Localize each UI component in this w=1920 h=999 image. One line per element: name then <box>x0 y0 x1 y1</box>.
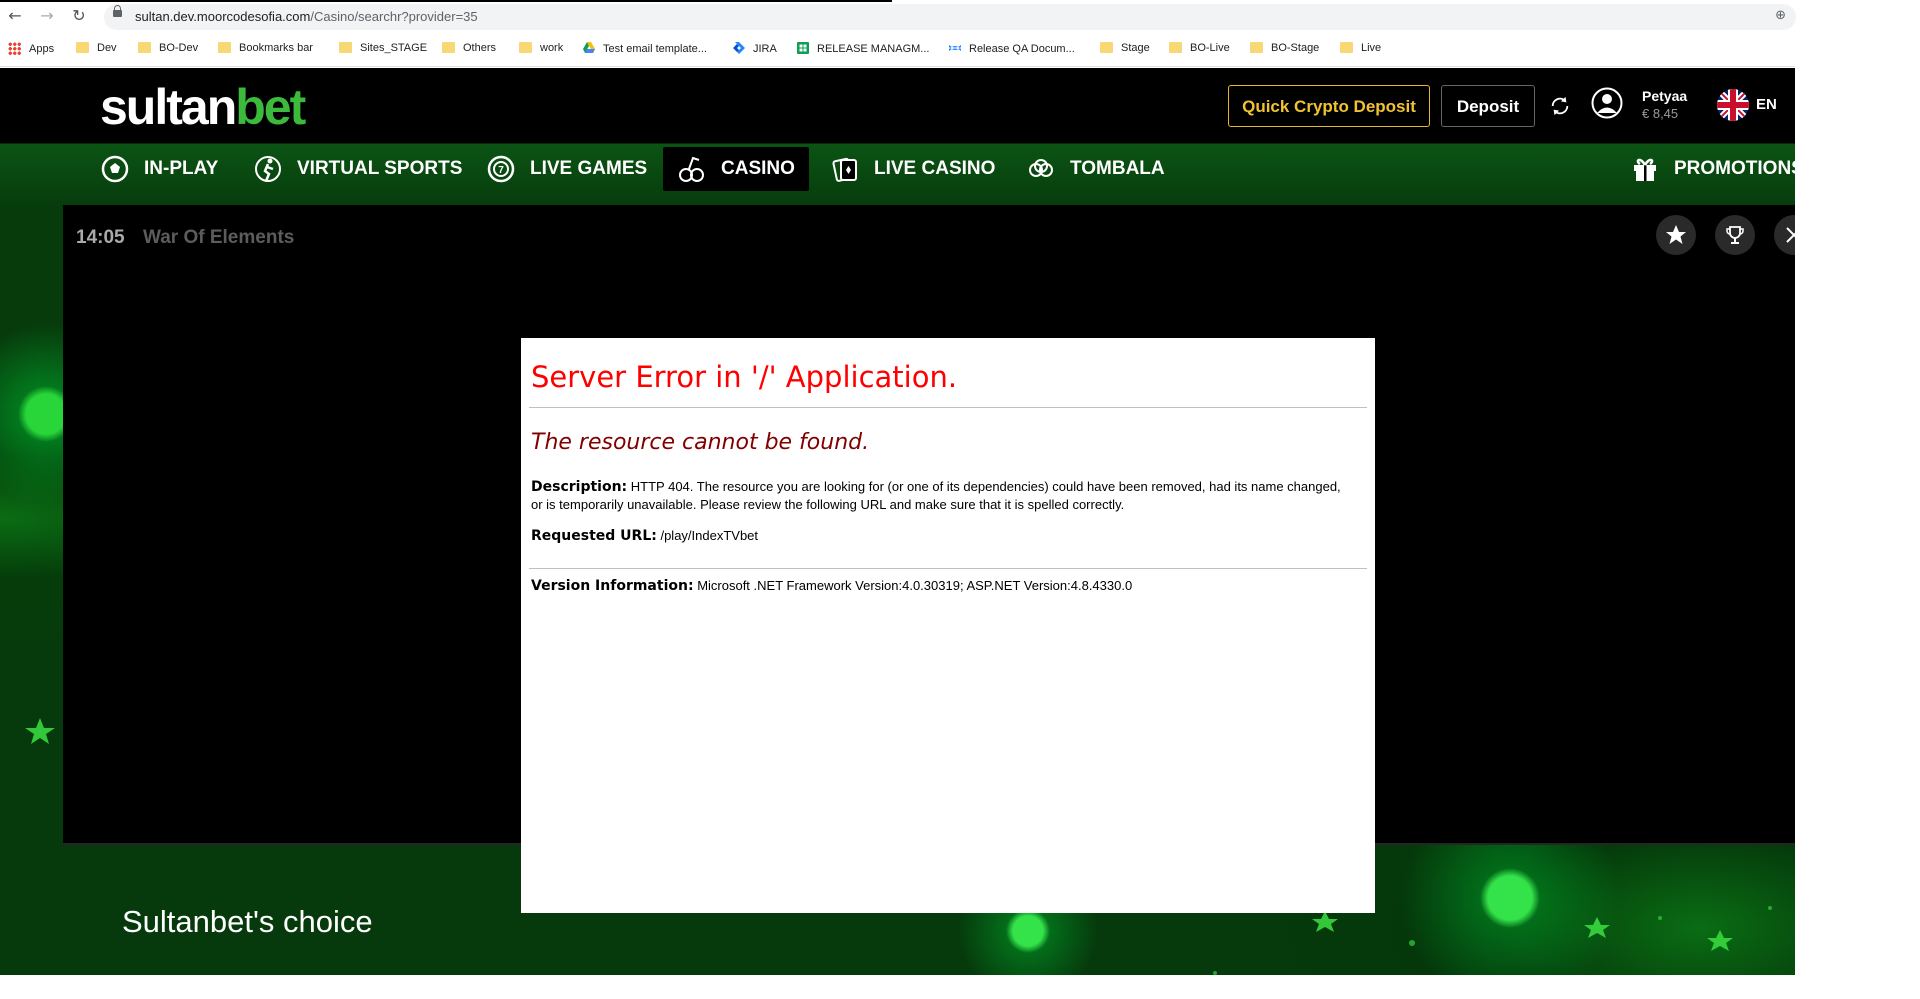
jira-icon <box>733 42 745 54</box>
folder-icon <box>1169 42 1182 53</box>
bookmark-dev[interactable]: Dev <box>76 42 117 54</box>
bookmark-release-managm[interactable]: RELEASE MANAGM... <box>797 42 929 55</box>
forward-arrow-icon[interactable]: → <box>38 7 56 25</box>
username[interactable]: Petyaa <box>1642 88 1687 104</box>
site-header: sultanbet Quick Crypto Deposit Deposit P… <box>0 68 1795 143</box>
bookmark-jira[interactable]: JIRA <box>733 42 777 55</box>
uk-flag-icon[interactable] <box>1717 89 1749 121</box>
folder-icon <box>76 42 89 53</box>
lock-icon <box>113 5 122 17</box>
quick-crypto-deposit-button[interactable]: Quick Crypto Deposit <box>1228 85 1430 127</box>
back-arrow-icon[interactable]: ← <box>6 7 24 25</box>
casino-chips-icon <box>679 156 704 182</box>
confluence-icon <box>949 45 961 51</box>
address-url: sultan.dev.moorcodesofia.com/Casino/sear… <box>135 9 478 24</box>
error-description: Description: HTTP 404. The resource you … <box>531 479 1341 512</box>
reload-icon[interactable]: ↻ <box>70 7 88 25</box>
nav-casino[interactable]: CASINO <box>663 147 809 191</box>
folder-icon <box>519 42 532 53</box>
deposit-button[interactable]: Deposit <box>1441 85 1535 127</box>
refresh-icon[interactable] <box>1549 95 1571 117</box>
address-bar[interactable]: sultan.dev.moorcodesofia.com/Casino/sear… <box>104 4 1796 30</box>
section-title: Sultanbet's choice <box>122 904 373 939</box>
drive-icon <box>583 42 595 53</box>
game-title: War Of Elements <box>143 227 295 248</box>
folder-icon <box>442 42 455 53</box>
bookmarks-bar: Apps Dev BO-Dev Bookmarks bar Sites_STAG… <box>0 33 1795 67</box>
game-clock: 14:05 <box>76 227 125 248</box>
folder-icon <box>138 42 151 53</box>
runner-icon <box>255 156 281 182</box>
error-version-info: Version Information: Microsoft .NET Fram… <box>531 578 1133 594</box>
error-subtitle: The resource cannot be found. <box>531 430 870 455</box>
star-icon <box>1666 225 1686 244</box>
bookmark-others[interactable]: Others <box>442 42 496 54</box>
folder-icon <box>1100 42 1113 53</box>
folder-icon <box>1250 42 1263 53</box>
bookmark-bo-stage[interactable]: BO-Stage <box>1250 42 1319 54</box>
divider <box>529 407 1367 408</box>
nav-virtual-sports[interactable]: VIRTUAL SPORTS <box>253 147 462 191</box>
trophy-button[interactable] <box>1715 215 1755 255</box>
gift-icon <box>1634 158 1656 181</box>
page-load-progress <box>0 0 892 2</box>
divider <box>529 568 1367 569</box>
favorite-button[interactable] <box>1656 215 1696 255</box>
bookmark-bookmarks-bar[interactable]: Bookmarks bar <box>218 42 313 54</box>
nav-tombala[interactable]: TOMBALA <box>1026 147 1165 191</box>
apps-grid-icon <box>8 42 21 55</box>
live-games-icon: 7 <box>487 155 515 183</box>
bookmark-bo-live[interactable]: BO-Live <box>1169 42 1230 54</box>
nav-in-play[interactable]: IN-PLAY <box>100 147 218 191</box>
user-avatar-icon[interactable] <box>1591 87 1623 119</box>
nav-live-casino[interactable]: LIVE CASINO <box>830 147 995 191</box>
bookmark-bo-dev[interactable]: BO-Dev <box>138 42 198 54</box>
bookmark-apps[interactable]: Apps <box>8 42 54 55</box>
sultanbet-logo[interactable]: sultanbet <box>100 78 306 136</box>
close-game-button[interactable] <box>1774 215 1795 255</box>
site-viewport: sultanbet Quick Crypto Deposit Deposit P… <box>0 68 1795 975</box>
language-selector[interactable]: EN <box>1756 96 1777 113</box>
folder-icon <box>218 42 231 53</box>
main-nav: IN-PLAY VIRTUAL SPORTS 7 LIVE GAMES CASI… <box>0 143 1795 197</box>
bookmark-stage[interactable]: Stage <box>1100 42 1150 54</box>
live-casino-cards-icon <box>832 157 857 182</box>
folder-icon <box>339 42 352 53</box>
bookmark-work[interactable]: work <box>519 42 563 54</box>
nav-live-games[interactable]: 7 LIVE GAMES <box>486 147 647 191</box>
nav-promotions[interactable]: PROMOTIONS <box>1630 147 1795 191</box>
bookmark-live[interactable]: Live <box>1340 42 1381 54</box>
user-balance: € 8,45 <box>1642 106 1679 121</box>
sheets-icon <box>797 42 809 54</box>
error-requested-url: Requested URL: /play/IndexTVbet <box>531 528 759 544</box>
bookmark-release-qa[interactable]: Release QA Docum... <box>949 42 1075 55</box>
error-title: Server Error in '/' Application. <box>531 360 958 394</box>
tombala-balls-icon <box>1029 159 1053 177</box>
svg-text:7: 7 <box>498 165 504 176</box>
trophy-icon <box>1726 226 1744 244</box>
zoom-icon[interactable]: ⊕ <box>1775 8 1786 23</box>
close-icon <box>1786 227 1795 243</box>
bookmark-test-email[interactable]: Test email template... <box>583 42 707 55</box>
game-iframe-error-page: Server Error in '/' Application. The res… <box>521 338 1375 913</box>
soccer-ball-icon <box>101 155 129 183</box>
folder-icon <box>1340 42 1353 53</box>
browser-toolbar: ← → ↻ sultan.dev.moorcodesofia.com/Casin… <box>0 0 1796 33</box>
bookmark-sites-stage[interactable]: Sites_STAGE <box>339 42 427 54</box>
